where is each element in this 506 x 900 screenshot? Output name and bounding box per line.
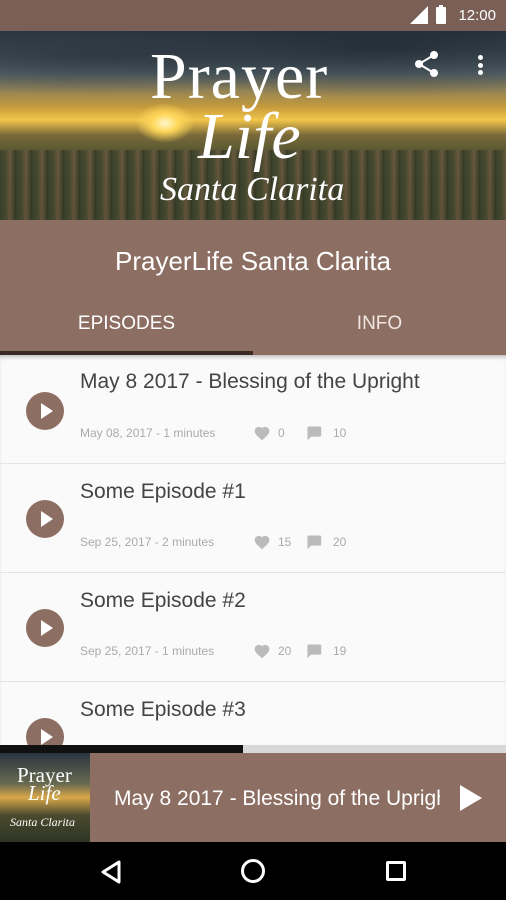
back-icon[interactable] — [100, 860, 122, 884]
episode-title: Some Episode #3 — [80, 698, 246, 721]
episode-title: Some Episode #1 — [80, 480, 246, 503]
mini-player[interactable]: Prayer Life Santa Clarita May 8 2017 - B… — [0, 745, 506, 842]
comments-count: 19 — [333, 644, 347, 658]
more-options-button[interactable] — [470, 51, 490, 79]
likes-count: 20 — [278, 644, 292, 658]
episode-row[interactable]: Some Episode #3 — [0, 682, 506, 753]
recents-icon[interactable] — [386, 861, 406, 881]
comment-icon — [307, 535, 322, 550]
episode-meta: Sep 25, 2017 - 1 minutes — [80, 644, 215, 658]
play-episode-button[interactable] — [26, 609, 64, 647]
likes-count: 15 — [278, 535, 292, 549]
artwork-text-life: Life — [28, 781, 61, 805]
episode-title: Some Episode #2 — [80, 589, 246, 612]
episode-likes[interactable]: 15 — [253, 534, 291, 550]
heart-icon — [254, 535, 270, 550]
share-button[interactable] — [412, 49, 442, 79]
podcast-header: PrayerLife Santa Clarita EPISODES INFO — [0, 220, 506, 355]
logo-text-santa-clarita: Santa Clarita — [160, 171, 345, 208]
episode-meta: Sep 25, 2017 - 2 minutes — [80, 535, 215, 549]
logo-text-life: Life — [198, 100, 301, 173]
episode-comments[interactable]: 10 — [305, 425, 346, 441]
episode-likes[interactable]: 0 — [253, 425, 285, 441]
play-icon[interactable] — [460, 785, 482, 811]
signal-icon — [410, 6, 429, 24]
comment-icon — [307, 644, 322, 659]
episode-likes[interactable]: 20 — [253, 643, 291, 659]
artwork-text-santa-clarita: Santa Clarita — [10, 815, 76, 829]
episode-meta: May 08, 2017 - 1 minutes — [80, 426, 216, 440]
tab-episodes[interactable]: EPISODES — [0, 300, 253, 355]
status-icons: 12:00 — [410, 4, 496, 24]
playback-progress-fill — [0, 745, 243, 753]
play-episode-button[interactable] — [26, 500, 64, 538]
status-time: 12:00 — [458, 6, 496, 24]
share-icon — [415, 51, 438, 77]
comment-icon — [307, 426, 322, 441]
episode-row[interactable]: Some Episode #1 Sep 25, 2017 - 2 minutes… — [0, 464, 506, 573]
more-vert-icon-dot — [477, 55, 483, 60]
heart-icon — [254, 426, 270, 441]
tab-info[interactable]: INFO — [253, 300, 506, 355]
playback-progress-bar[interactable] — [0, 745, 506, 753]
comments-count: 20 — [333, 535, 347, 549]
episode-title: May 8 2017 - Blessing of the Upright — [80, 370, 420, 393]
comments-count: 10 — [333, 426, 347, 440]
heart-icon — [254, 644, 270, 659]
now-playing-artwork: Prayer Life Santa Clarita — [0, 753, 90, 842]
system-nav-bar — [0, 842, 506, 900]
battery-icon — [436, 4, 447, 24]
tab-bar: EPISODES INFO — [0, 300, 506, 355]
episode-row[interactable]: Some Episode #2 Sep 25, 2017 - 1 minutes… — [0, 573, 506, 682]
likes-count: 0 — [278, 426, 285, 440]
episode-comments[interactable]: 19 — [305, 643, 346, 659]
episode-list[interactable]: May 8 2017 - Blessing of the Upright May… — [0, 355, 506, 753]
more-vert-icon-dot — [477, 62, 483, 68]
now-playing-title[interactable]: May 8 2017 - Blessing of the Upright — [114, 787, 440, 811]
play-episode-button[interactable] — [26, 392, 64, 430]
home-icon[interactable] — [241, 859, 265, 883]
status-bar: 12:00 — [0, 0, 506, 31]
episode-comments[interactable]: 20 — [305, 534, 346, 550]
more-vert-icon-dot — [477, 70, 483, 75]
episode-row[interactable]: May 8 2017 - Blessing of the Upright May… — [0, 355, 506, 464]
podcast-cover-banner: Prayer Life Santa Clarita — [0, 31, 506, 220]
podcast-title: PrayerLife Santa Clarita — [114, 246, 392, 276]
